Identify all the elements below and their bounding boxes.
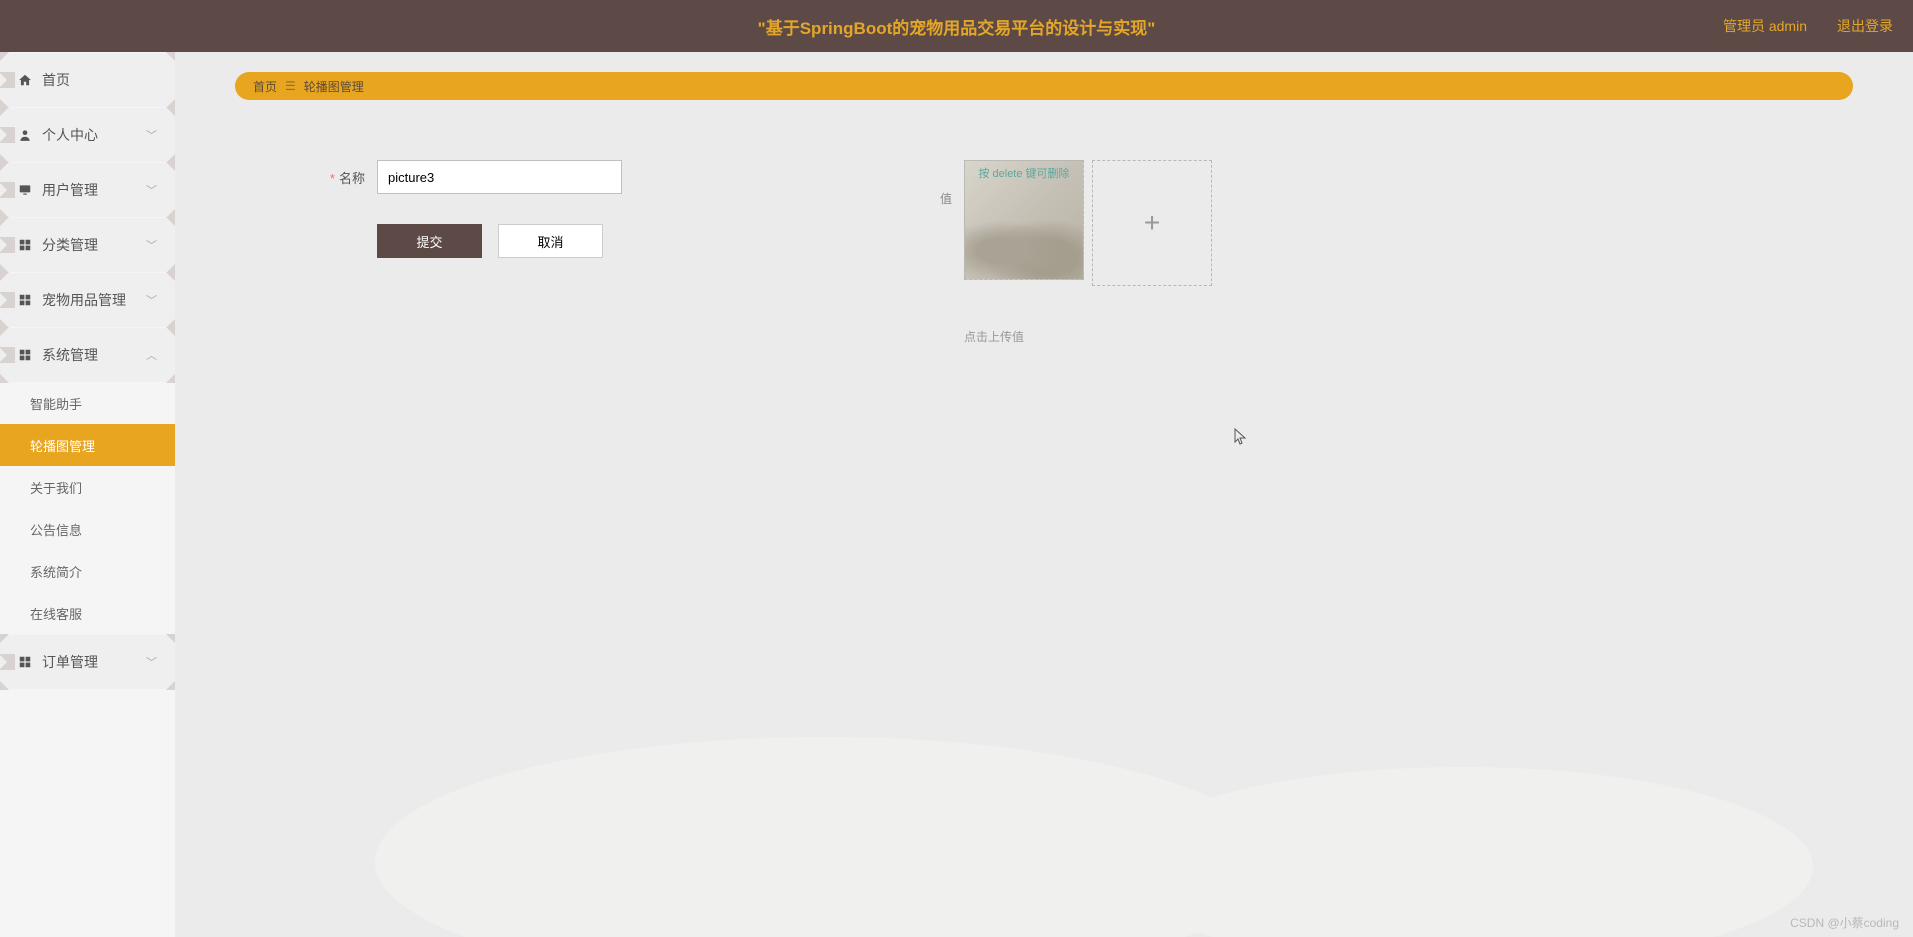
plus-icon: +	[1144, 207, 1160, 239]
sidebar-item-home[interactable]: 首页	[0, 53, 175, 107]
monitor-icon	[18, 183, 32, 197]
sidebar-item-label: 系统管理	[42, 345, 98, 365]
sidebar-item-label: 宠物用品管理	[42, 290, 126, 310]
chevron-down-icon: ﹀	[146, 654, 157, 670]
grid-icon	[18, 348, 32, 362]
sidebar-item-system[interactable]: 系统管理 ︿	[0, 328, 175, 382]
user-icon	[18, 128, 32, 142]
upload-delete-hint: 按 delete 键可删除	[965, 165, 1083, 181]
chevron-down-icon: ﹀	[146, 127, 157, 143]
upload-tip: 点击上传值	[964, 328, 1212, 345]
cursor-icon	[1234, 428, 1248, 449]
breadcrumb: 首页 ☰ 轮播图管理	[235, 72, 1853, 100]
home-icon	[18, 73, 32, 87]
watermark: CSDN @小蔡coding	[1790, 914, 1899, 931]
submenu-label: 系统简介	[30, 562, 82, 581]
submenu-notice[interactable]: 公告信息	[0, 508, 175, 550]
header-right: 管理员 admin 退出登录	[1723, 16, 1893, 36]
sidebar-item-label: 首页	[42, 70, 70, 90]
breadcrumb-sep: ☰	[285, 79, 296, 93]
submit-button[interactable]: 提交	[377, 224, 482, 258]
decorative-hills	[175, 737, 1913, 937]
grid-icon	[18, 293, 32, 307]
submenu-label: 智能助手	[30, 394, 82, 413]
sidebar-item-label: 订单管理	[42, 652, 98, 672]
chevron-down-icon: ﹀	[146, 292, 157, 308]
submenu-service[interactable]: 在线客服	[0, 592, 175, 634]
sidebar-item-label: 用户管理	[42, 180, 98, 200]
sidebar-item-orders[interactable]: 订单管理 ﹀	[0, 635, 175, 689]
cancel-button[interactable]: 取消	[498, 224, 603, 258]
sidebar-item-petgoods[interactable]: 宠物用品管理 ﹀	[0, 273, 175, 327]
sidebar-item-personal[interactable]: 个人中心 ﹀	[0, 108, 175, 162]
submenu-assistant[interactable]: 智能助手	[0, 382, 175, 424]
name-label: *名称	[295, 168, 365, 187]
sidebar-item-users[interactable]: 用户管理 ﹀	[0, 163, 175, 217]
chevron-up-icon: ︿	[146, 347, 157, 363]
chevron-down-icon: ﹀	[146, 237, 157, 253]
submenu-label: 轮播图管理	[30, 436, 95, 455]
submenu-intro[interactable]: 系统简介	[0, 550, 175, 592]
grid-icon	[18, 238, 32, 252]
upload-preview-image[interactable]: 按 delete 键可删除	[964, 160, 1084, 280]
app-title: "基于SpringBoot的宠物用品交易平台的设计与实现"	[758, 14, 1156, 39]
sidebar-item-category[interactable]: 分类管理 ﹀	[0, 218, 175, 272]
submenu-label: 在线客服	[30, 604, 82, 623]
main-content: 首页 ☰ 轮播图管理 *名称 提交 取消 值	[175, 52, 1913, 937]
submenu-label: 公告信息	[30, 520, 82, 539]
upload-add-button[interactable]: +	[1092, 160, 1212, 286]
value-label: 值	[922, 190, 952, 207]
name-input[interactable]	[377, 160, 622, 194]
admin-label[interactable]: 管理员 admin	[1723, 16, 1807, 36]
sidebar: 首页 个人中心 ﹀ 用户管理 ﹀ 分类管理 ﹀ 宠物用品管理 ﹀	[0, 52, 175, 937]
grid-icon	[18, 655, 32, 669]
submenu-carousel[interactable]: 轮播图管理	[0, 424, 175, 466]
chevron-down-icon: ﹀	[146, 182, 157, 198]
breadcrumb-current: 轮播图管理	[304, 78, 364, 95]
submenu-label: 关于我们	[30, 478, 82, 497]
form-area: *名称 提交 取消 值 按 delete 键可删除	[235, 130, 1853, 375]
submenu-about[interactable]: 关于我们	[0, 466, 175, 508]
breadcrumb-home[interactable]: 首页	[253, 78, 277, 95]
sidebar-item-label: 分类管理	[42, 235, 98, 255]
header-bar: "基于SpringBoot的宠物用品交易平台的设计与实现" 管理员 admin …	[0, 0, 1913, 52]
logout-link[interactable]: 退出登录	[1837, 16, 1893, 36]
sidebar-item-label: 个人中心	[42, 125, 98, 145]
